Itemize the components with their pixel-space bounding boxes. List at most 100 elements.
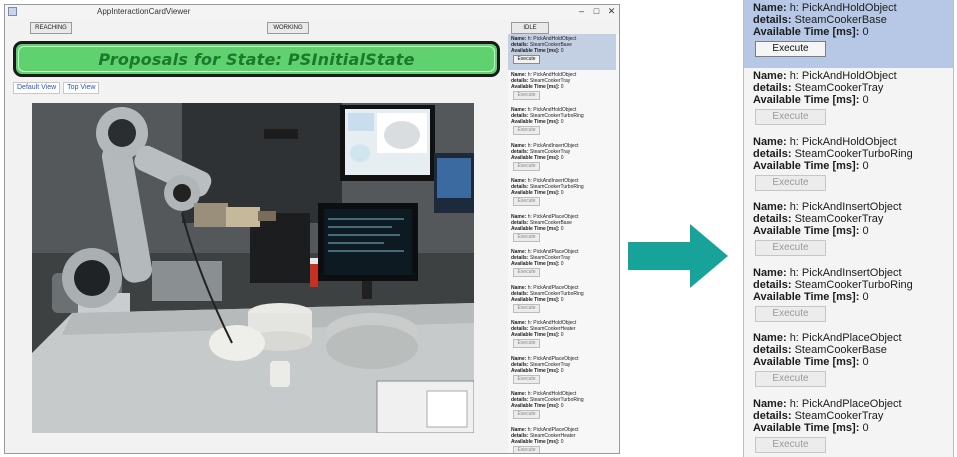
- proposal-card[interactable]: Name: h: PickAndHoldObject details: Steam…: [744, 0, 953, 68]
- proposal-card[interactable]: Name: h: PickAndHoldObject details: Steam…: [744, 68, 953, 134]
- execute-button[interactable]: Execute: [513, 55, 540, 64]
- card-details-line: details: SteamCookerBase: [753, 14, 953, 26]
- execute-button[interactable]: Execute: [755, 305, 826, 322]
- proposal-card[interactable]: Name: h: PickAndHoldObject details: Steam…: [508, 70, 616, 106]
- available-time-label: Available Time [ms]:: [511, 438, 560, 445]
- proposal-card[interactable]: Name: h: PickAndPlaceObject details: Stea…: [508, 212, 616, 248]
- proposals-scrollbar[interactable]: [619, 34, 620, 454]
- available-time-label: Available Time [ms]:: [753, 290, 860, 303]
- details-value: SteamCookerTray: [794, 213, 884, 225]
- available-time-label: Available Time [ms]:: [753, 94, 860, 106]
- available-time-value: 0: [560, 403, 564, 409]
- execute-button[interactable]: Execute: [513, 374, 540, 384]
- available-time-label: Available Time [ms]:: [511, 261, 560, 267]
- execute-button[interactable]: Execute: [513, 232, 540, 242]
- available-time-label: Available Time [ms]:: [753, 26, 860, 38]
- proposal-card[interactable]: Name: h: PickAndPlaceObject details: Stea…: [744, 330, 953, 396]
- proposals-zoom-panel: Name: h: PickAndHoldObject details: Steam…: [743, 0, 954, 457]
- available-time-value: 0: [862, 225, 869, 237]
- proposal-card[interactable]: Name: h: PickAndHoldObject details: Steam…: [508, 318, 616, 354]
- card-details-line: details: SteamCookerTray: [753, 410, 953, 422]
- proposal-card[interactable]: Name: h: PickAndPlaceObject details: Stea…: [508, 354, 616, 390]
- details-label: details:: [753, 344, 792, 356]
- details-value: SteamCookerTray: [794, 82, 884, 94]
- camera-view[interactable]: [32, 103, 474, 433]
- proposal-card[interactable]: Name: h: PickAndInsertObject details: Ste…: [744, 265, 953, 331]
- execute-button[interactable]: Execute: [513, 268, 540, 277]
- execute-button[interactable]: Execute: [513, 445, 540, 453]
- execute-button[interactable]: Execute: [755, 371, 826, 387]
- available-time-value: 0: [862, 421, 869, 434]
- execute-button[interactable]: Execute: [755, 109, 826, 125]
- card-time-line: Available Time [ms]: 0: [753, 356, 953, 368]
- execute-button[interactable]: Execute: [755, 436, 826, 453]
- proposal-card[interactable]: Name: h: PickAndPlaceObject details: Stea…: [508, 425, 616, 453]
- available-time-label: Available Time [ms]:: [753, 356, 860, 368]
- card-name-line: Name: h: PickAndPlaceObject: [753, 398, 953, 410]
- execute-button[interactable]: Execute: [755, 240, 826, 256]
- proposals-list[interactable]: Name: h: PickAndHoldObject details: Steam…: [508, 34, 619, 453]
- card-name-line: Name: h: PickAndHoldObject: [753, 136, 953, 148]
- details-label: details:: [753, 147, 792, 160]
- proposal-card[interactable]: Name: h: PickAndPlaceObject details: Stea…: [508, 283, 616, 319]
- card-name-line: Name: h: PickAndInsertObject: [753, 267, 953, 279]
- available-time-label: Available Time [ms]:: [511, 367, 560, 374]
- card-details-line: details: SteamCookerTurboRing: [753, 148, 953, 160]
- details-label: details:: [753, 278, 792, 291]
- available-time-label: Available Time [ms]:: [511, 296, 560, 303]
- execute-button[interactable]: Execute: [513, 161, 540, 171]
- execute-button[interactable]: Execute: [755, 41, 826, 57]
- available-time-value: 0: [560, 332, 564, 338]
- card-time-line: Available Time [ms]: 0: [511, 297, 616, 303]
- available-time-label: Available Time [ms]:: [511, 154, 560, 161]
- execute-button[interactable]: Execute: [513, 303, 540, 313]
- top-view-tab[interactable]: Top View: [63, 82, 100, 94]
- execute-button[interactable]: Execute: [513, 126, 540, 135]
- available-time-value: 0: [560, 48, 564, 54]
- working-state-button[interactable]: WORKING: [267, 22, 309, 34]
- lab-scene-illustration: [32, 103, 474, 433]
- execute-button[interactable]: Execute: [755, 174, 826, 191]
- card-time-line: Available Time [ms]: 0: [753, 422, 953, 434]
- proposal-card[interactable]: Name: h: PickAndPlaceObject details: Stea…: [744, 396, 953, 457]
- details-value: SteamCookerTurboRing: [794, 278, 913, 291]
- name-label: Name:: [753, 266, 787, 279]
- available-time-label: Available Time [ms]:: [753, 421, 860, 434]
- title-bar: AppInteractionCardViewer – □ ✕: [5, 5, 619, 19]
- available-time-value: 0: [862, 290, 869, 303]
- details-label: details:: [753, 82, 792, 94]
- proposal-card[interactable]: Name: h: PickAndHoldObject details: Steam…: [508, 34, 616, 70]
- proposal-card[interactable]: Name: h: PickAndHoldObject details: Steam…: [508, 105, 616, 141]
- close-button[interactable]: ✕: [606, 5, 617, 18]
- idle-state-button[interactable]: IDLE: [511, 22, 549, 34]
- name-label: Name:: [753, 201, 787, 213]
- available-time-value: 0: [862, 356, 869, 368]
- action-value: h: PickAndInsertObject: [789, 201, 902, 213]
- maximize-button[interactable]: □: [591, 5, 602, 18]
- default-view-tab[interactable]: Default View: [13, 82, 61, 94]
- minimize-button[interactable]: –: [576, 5, 587, 18]
- name-label: Name:: [753, 332, 787, 344]
- name-label: Name:: [753, 135, 787, 148]
- proposal-card[interactable]: Name: h: PickAndHoldObject details: Steam…: [744, 134, 953, 200]
- available-time-value: 0: [560, 225, 564, 232]
- available-time-value: 0: [560, 367, 564, 374]
- execute-button[interactable]: Execute: [513, 339, 540, 348]
- proposal-card[interactable]: Name: h: PickAndInsertObject details: Ste…: [508, 141, 616, 177]
- name-label: Name:: [753, 2, 787, 14]
- details-label: details:: [753, 409, 792, 422]
- proposal-card[interactable]: Name: h: PickAndInsertObject details: Ste…: [744, 199, 953, 265]
- proposal-card[interactable]: Name: h: PickAndHoldObject details: Steam…: [508, 389, 616, 425]
- action-value: h: PickAndInsertObject: [789, 266, 902, 279]
- execute-button[interactable]: Execute: [513, 90, 540, 100]
- action-value: h: PickAndHoldObject: [789, 2, 897, 14]
- execute-button[interactable]: Execute: [513, 197, 540, 206]
- reaching-state-button[interactable]: REACHING: [30, 22, 72, 34]
- execute-button[interactable]: Execute: [513, 410, 540, 419]
- card-details-line: details: SteamCookerTurboRing: [753, 279, 953, 291]
- card-time-line: Available Time [ms]: 0: [511, 261, 616, 267]
- proposal-card[interactable]: Name: h: PickAndInsertObject details: Ste…: [508, 176, 616, 212]
- available-time-label: Available Time [ms]:: [511, 225, 560, 232]
- available-time-label: Available Time [ms]:: [511, 119, 560, 125]
- proposal-card[interactable]: Name: h: PickAndPlaceObject details: Stea…: [508, 247, 616, 283]
